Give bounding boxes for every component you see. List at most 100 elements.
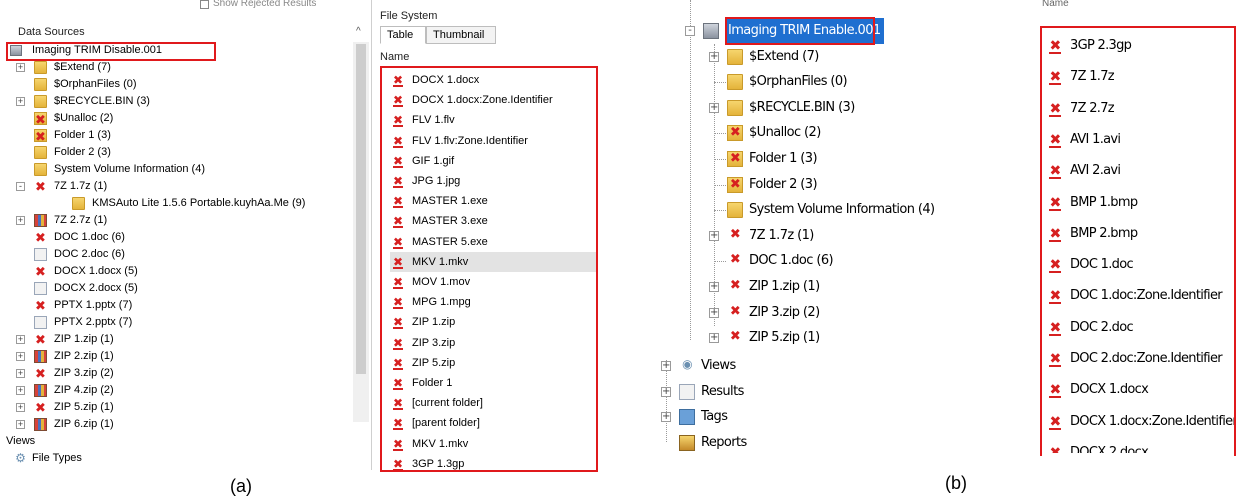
highlight-box-enabled-image [725, 17, 875, 45]
caption-a: (a) [230, 476, 252, 496]
tree-node-label: Reports [701, 434, 747, 450]
expand-icon[interactable]: + [16, 369, 25, 378]
tab-thumbnail[interactable]: Thumbnail [426, 26, 496, 44]
tree-guide-line [714, 184, 726, 186]
expand-icon[interactable]: + [709, 230, 719, 241]
name-column-header[interactable]: Name [380, 51, 409, 63]
tree-node-label: ZIP 1.zip (1) [749, 279, 820, 294]
document-icon [34, 282, 47, 295]
tree-node-label: $Unalloc (2) [749, 125, 821, 141]
tree-node-label: ZIP 3.zip (2) [749, 304, 820, 320]
tree-node-label: By Extension [52, 467, 116, 470]
zip-icon [34, 418, 47, 431]
deleted-file-icon: ✖ [729, 329, 741, 345]
zip-icon [34, 350, 47, 363]
tab-table[interactable]: Table [380, 26, 426, 44]
tree-node-label: Tags [701, 409, 728, 425]
collapse-up-icon[interactable]: ^ [356, 26, 361, 37]
deleted-folder-icon: ✖ [727, 125, 743, 142]
deleted-folder-icon: ✖ [34, 112, 47, 127]
tree-node-label: Views [6, 435, 36, 447]
tree-node-label: ZIP 6.zip (1) [54, 418, 114, 430]
expand-icon[interactable]: + [661, 386, 671, 397]
tree-guide-line [714, 261, 726, 263]
deleted-file-icon: ✖ [35, 400, 46, 415]
expand-icon[interactable]: + [16, 216, 25, 225]
tree-scrollbar[interactable] [353, 42, 369, 422]
report-icon [679, 434, 695, 451]
expand-icon[interactable]: + [661, 361, 671, 371]
expand-icon[interactable]: + [16, 97, 25, 106]
tree-guide-line [666, 360, 667, 442]
expand-icon[interactable]: + [16, 386, 25, 395]
deleted-folder-icon: ✖ [34, 129, 47, 144]
document-icon [34, 248, 47, 261]
tree-node-label: ZIP 1.zip (1) [54, 333, 114, 345]
expand-icon[interactable]: + [709, 102, 719, 113]
tree-node-label: ZIP 2.zip (1) [54, 350, 114, 362]
filetype-icon: ⚙ [15, 451, 26, 465]
deleted-folder-icon: ✖ [727, 176, 743, 193]
tree-guide-line [714, 133, 726, 135]
deleted-file-icon: ✖ [729, 278, 741, 293]
tree-node-label: 7Z 1.7z (1) [54, 180, 108, 192]
tree-node-label: ZIP 4.zip (2) [54, 384, 114, 396]
tree-node-label: KMSAuto Lite 1.5.6 Portable.kuyhAa.Me (9… [92, 197, 306, 209]
deleted-file-icon: ✖ [35, 179, 46, 194]
folder-icon [34, 78, 47, 91]
tree-node-label: DOCX 1.docx (5) [54, 265, 138, 277]
tree-node-label: $RECYCLE.BIN (3) [749, 99, 855, 115]
results-icon [679, 383, 695, 400]
folder-icon [727, 99, 743, 116]
show-rejected-checkbox[interactable]: Show Rejected Results [200, 0, 360, 10]
tree-node-label: $Extend (7) [54, 61, 111, 73]
expand-icon[interactable]: + [16, 63, 25, 72]
highlight-box-file-list-a [380, 66, 598, 472]
file-system-label: File System [380, 10, 438, 22]
expand-icon[interactable]: + [709, 51, 719, 62]
collapse-icon[interactable]: - [16, 182, 25, 191]
tree-guide-line [714, 82, 726, 84]
data-sources-label: Data Sources [18, 26, 85, 38]
tree-node-label: ZIP 3.zip (2) [54, 367, 114, 379]
tree-node-label: DOC 1.doc (6) [749, 253, 834, 269]
folder-icon [727, 74, 743, 91]
collapse-icon[interactable]: - [685, 26, 695, 36]
deleted-file-icon: ✖ [35, 332, 46, 347]
expand-icon[interactable]: + [661, 412, 671, 423]
expand-icon[interactable]: + [709, 307, 719, 318]
expand-icon[interactable]: + [709, 282, 719, 292]
folder-icon [34, 95, 47, 108]
tree-node-label: $Unalloc (2) [54, 112, 114, 124]
scrollbar-thumb[interactable] [356, 44, 366, 374]
expand-icon[interactable]: + [16, 352, 25, 361]
tree-node-label: DOC 1.doc (6) [54, 231, 125, 243]
tree-node-label: PPTX 2.pptx (7) [54, 316, 133, 328]
zip-icon [34, 214, 47, 227]
tree-node-label: Folder 2 (3) [749, 176, 818, 192]
expand-icon[interactable]: + [16, 335, 25, 344]
expand-icon[interactable]: + [16, 403, 25, 412]
tree-node-label: 7Z 1.7z (1) [749, 227, 814, 243]
tree-node-label: $OrphanFiles (0) [749, 74, 848, 90]
eye-icon: ◉ [682, 357, 692, 371]
deleted-file-icon: ✖ [35, 298, 46, 313]
tree-node-label: System Volume Information (4) [54, 163, 206, 175]
checkbox-icon[interactable] [200, 0, 209, 9]
deleted-file-icon: ✖ [35, 366, 46, 381]
folder-icon [34, 146, 47, 159]
tree-node-label: $OrphanFiles (0) [54, 78, 137, 90]
expand-icon[interactable]: + [709, 333, 719, 344]
tree-node-label: Folder 2 (3) [54, 146, 111, 158]
tree-guide-line [714, 159, 726, 160]
tree-node-label: ZIP 5.zip (1) [749, 330, 820, 346]
expand-icon[interactable]: + [16, 420, 25, 429]
highlight-box-file-list-b [1040, 26, 1236, 456]
deleted-file-icon: ✖ [729, 226, 741, 242]
tree-node-label: Folder 1 (3) [749, 151, 818, 166]
tree-node-label: DOC 2.doc (6) [54, 248, 125, 260]
caption-b: (b) [945, 473, 967, 493]
folder-icon [72, 197, 85, 210]
deleted-folder-icon: ✖ [727, 151, 743, 167]
name-column-header-b[interactable]: Name [1042, 0, 1238, 14]
